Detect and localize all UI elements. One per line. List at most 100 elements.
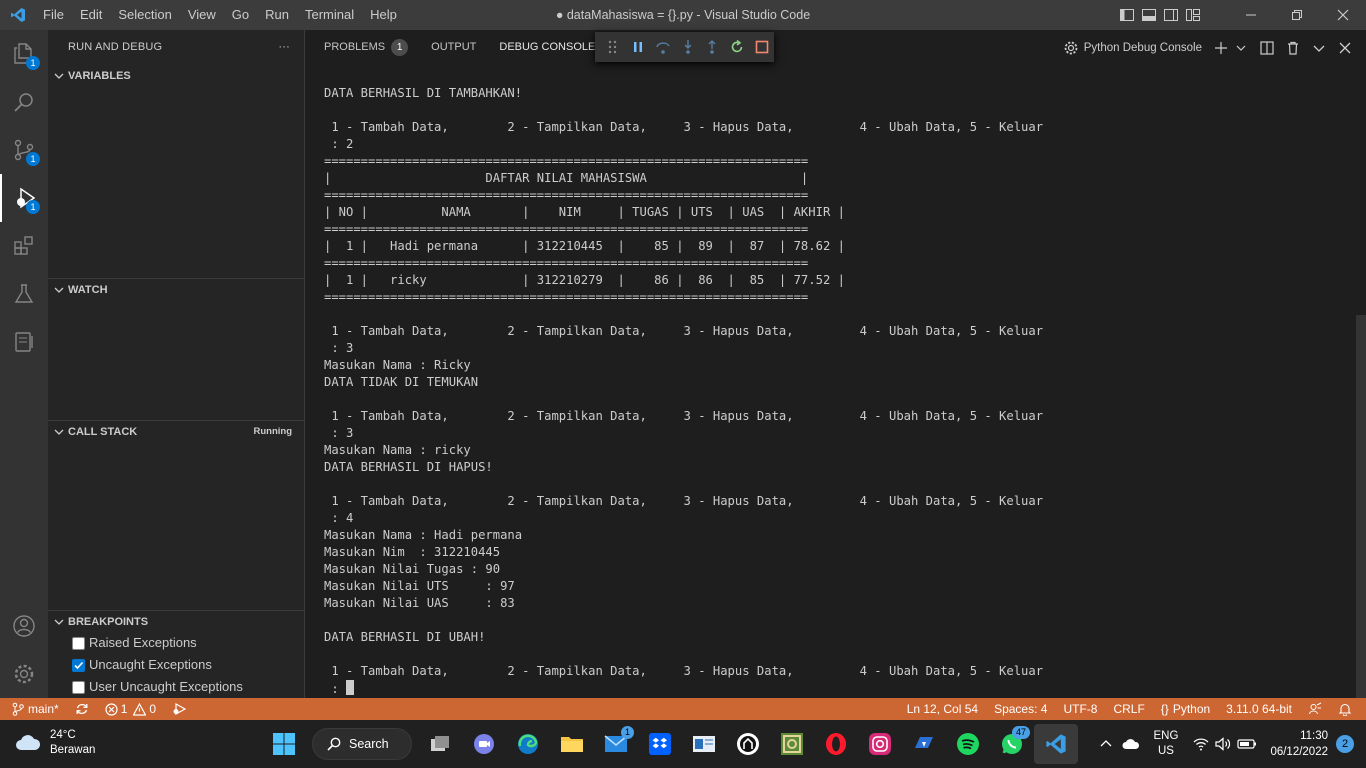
debug-console-output[interactable]: DATA BERHASIL DI TAMBAHKAN! 1 - Tambah D… (324, 85, 1043, 698)
checkbox[interactable] (72, 636, 85, 650)
whatsapp-icon[interactable]: 47 (990, 724, 1034, 764)
toggle-secondary-sidebar-icon[interactable] (1160, 0, 1182, 30)
indentation[interactable]: Spaces: 4 (986, 698, 1055, 720)
minimize-icon[interactable] (1228, 0, 1274, 30)
toggle-panel-icon[interactable] (1138, 0, 1160, 30)
remote-explorer-icon[interactable] (0, 318, 48, 366)
breakpoint-uncaught-exceptions[interactable]: Uncaught Exceptions (72, 654, 212, 676)
breakpoint-user-uncaught-exceptions[interactable]: User Uncaught Exceptions (72, 676, 243, 698)
battery-icon[interactable] (1234, 724, 1260, 764)
chevron-down-icon (53, 611, 65, 641)
menu-run[interactable]: Run (257, 0, 297, 30)
notification-count-badge[interactable]: 2 (1336, 735, 1354, 753)
input-language[interactable]: ENG US (1154, 729, 1179, 759)
breakpoint-raised-exceptions[interactable]: Raised Exceptions (72, 632, 197, 654)
chevron-down-icon[interactable] (1234, 35, 1248, 61)
new-terminal-plus-icon[interactable] (1208, 35, 1234, 61)
close-window-icon[interactable] (1320, 0, 1366, 30)
step-out-icon[interactable] (700, 34, 725, 60)
task-view-icon[interactable] (418, 724, 462, 764)
clock[interactable]: 11:30 06/12/2022 (1270, 728, 1328, 760)
weather-widget[interactable]: 24°C Berawan (14, 728, 95, 758)
sync-icon[interactable] (67, 702, 97, 716)
debug-gear-icon[interactable] (1058, 35, 1084, 61)
checkbox[interactable] (72, 680, 85, 694)
accounts-icon[interactable] (0, 602, 48, 650)
tab-problems[interactable]: PROBLEMS 1 (305, 30, 417, 65)
console-line: : 3 (324, 426, 354, 440)
teams-chat-icon[interactable] (462, 724, 506, 764)
spotify-icon[interactable] (946, 724, 990, 764)
tab-debug-console[interactable]: DEBUG CONSOLE (485, 30, 604, 65)
tab-output[interactable]: OUTPUT (417, 30, 485, 65)
git-branch-item[interactable]: main* (0, 698, 67, 720)
console-scrollbar[interactable] (1356, 315, 1366, 698)
minecraft-icon[interactable] (770, 724, 814, 764)
testing-icon[interactable] (0, 270, 48, 318)
feedback-icon[interactable] (1300, 698, 1330, 720)
run-and-debug-icon[interactable]: 1 (0, 174, 48, 222)
watch-section[interactable]: WATCH (48, 278, 304, 300)
restart-icon[interactable] (725, 34, 750, 60)
taskbar-search[interactable]: Search (312, 728, 412, 760)
encoding[interactable]: UTF-8 (1055, 698, 1105, 720)
more-actions-button[interactable]: ··· (278, 30, 290, 65)
language-mode[interactable]: {} Python (1153, 698, 1218, 720)
checkbox-checked[interactable] (72, 658, 85, 672)
menu-terminal[interactable]: Terminal (297, 0, 362, 30)
stop-icon[interactable] (749, 34, 774, 60)
chevron-up-icon[interactable] (1094, 724, 1118, 764)
edge-browser-icon[interactable] (506, 724, 550, 764)
branch-icon (12, 702, 24, 716)
debug-launch-icon[interactable] (164, 702, 195, 716)
call-stack-section[interactable]: CALL STACK Running (48, 420, 304, 442)
split-terminal-icon[interactable] (1254, 35, 1280, 61)
menu-go[interactable]: Go (224, 0, 257, 30)
extensions-icon[interactable] (0, 222, 48, 270)
source-control-icon[interactable]: 1 (0, 126, 48, 174)
menu-help[interactable]: Help (362, 0, 405, 30)
github-desktop-icon[interactable] (726, 724, 770, 764)
vscode-taskbar-icon[interactable] (1034, 724, 1078, 764)
maximize-panel-chevron-icon[interactable] (1306, 35, 1332, 61)
toggle-sidebar-icon[interactable] (1116, 0, 1138, 30)
instagram-icon[interactable] (858, 724, 902, 764)
python-interpreter[interactable]: 3.11.0 64-bit (1218, 698, 1300, 720)
settings-gear-icon[interactable] (0, 650, 48, 698)
explorer-icon[interactable]: 1 (0, 30, 48, 78)
menu-view[interactable]: View (180, 0, 224, 30)
customize-layout-icon[interactable] (1182, 0, 1204, 30)
console-cursor (346, 680, 355, 695)
opera-browser-icon[interactable] (814, 724, 858, 764)
terminal-name[interactable]: Python Debug Console (1084, 42, 1202, 54)
reader-app-icon[interactable] (682, 724, 726, 764)
drag-handle-icon[interactable] (601, 34, 626, 60)
onedrive-cloud-icon[interactable] (1118, 724, 1144, 764)
close-panel-icon[interactable] (1332, 35, 1358, 61)
menu-file[interactable]: File (35, 0, 72, 30)
trash-icon[interactable] (1280, 35, 1306, 61)
mail-icon[interactable]: 1 (594, 724, 638, 764)
wifi-icon[interactable] (1190, 724, 1212, 764)
restore-icon[interactable] (1274, 0, 1320, 30)
file-explorer-icon[interactable] (550, 724, 594, 764)
volume-icon[interactable] (1212, 724, 1234, 764)
remote-app-icon[interactable] (902, 724, 946, 764)
cursor-position[interactable]: Ln 12, Col 54 (899, 698, 986, 720)
variables-section[interactable]: VARIABLES (48, 65, 304, 87)
start-windows-icon[interactable] (262, 724, 306, 764)
step-into-icon[interactable] (675, 34, 700, 60)
menu-selection[interactable]: Selection (110, 0, 179, 30)
step-over-icon[interactable] (650, 34, 675, 60)
menu-edit[interactable]: Edit (72, 0, 110, 30)
pause-icon[interactable] (626, 34, 651, 60)
breakpoints-section[interactable]: BREAKPOINTS (48, 610, 304, 632)
search-icon[interactable] (0, 78, 48, 126)
problems-status[interactable]: 1 0 (97, 698, 164, 720)
end-of-line[interactable]: CRLF (1105, 698, 1152, 720)
dropbox-icon[interactable] (638, 724, 682, 764)
search-icon (327, 737, 341, 751)
notifications-bell-icon[interactable] (1330, 698, 1360, 720)
